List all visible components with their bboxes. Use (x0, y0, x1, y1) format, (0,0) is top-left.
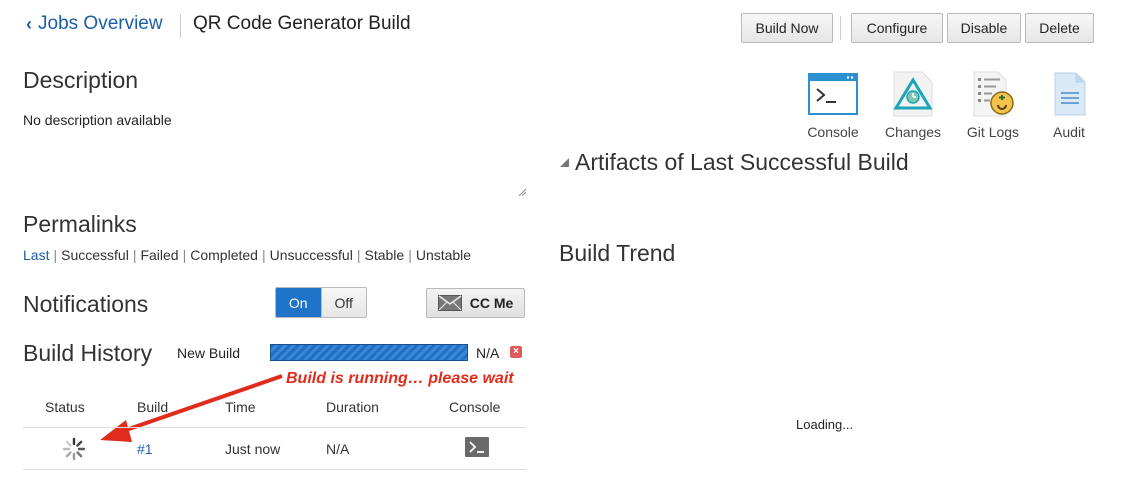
column-header-build: Build (137, 399, 169, 415)
disable-button[interactable]: Disable (947, 13, 1021, 43)
tool-console-label: Console (807, 124, 859, 140)
separator: | (408, 247, 412, 263)
permalink-stable[interactable]: Stable (364, 247, 404, 263)
artifacts-title: Artifacts of Last Successful Build (575, 149, 909, 175)
permalink-successful[interactable]: Successful (61, 247, 129, 263)
separator: | (182, 247, 187, 263)
audit-icon (1054, 72, 1086, 116)
separator: | (53, 247, 58, 263)
column-header-console: Console (449, 399, 501, 415)
progress-value: N/A (476, 345, 500, 361)
configure-button[interactable]: Configure (851, 13, 943, 43)
notifications-title: Notifications (23, 291, 149, 317)
tool-git-logs-label: Git Logs (966, 124, 1020, 140)
column-header-status: Status (45, 399, 85, 415)
separator: | (261, 247, 266, 263)
separator: | (132, 247, 137, 263)
build-number-link[interactable]: #1 (137, 441, 153, 457)
build-time: Just now (225, 441, 281, 457)
permalink-unstable[interactable]: Unstable (416, 247, 471, 263)
column-header-duration: Duration (326, 399, 379, 415)
console-icon (808, 73, 858, 115)
new-build-label: New Build (177, 345, 241, 361)
resize-grip-icon[interactable] (518, 188, 526, 196)
notifications-on-button[interactable]: On (276, 288, 321, 317)
tool-changes[interactable]: Changes (881, 70, 945, 140)
build-duration: N/A (326, 441, 350, 457)
spinner-icon (62, 437, 86, 461)
description-text: No description available (23, 112, 172, 128)
cc-me-label: CC Me (469, 295, 514, 311)
column-header-time: Time (225, 399, 256, 415)
artifacts-header[interactable]: Artifacts of Last Successful Build (559, 149, 909, 176)
header-divider (180, 14, 181, 38)
changes-icon (893, 71, 933, 117)
back-link-label: Jobs Overview (38, 13, 163, 34)
git-logs-icon (973, 71, 1014, 117)
build-trend-loading: Loading... (796, 417, 854, 432)
tool-audit[interactable]: Audit (1040, 70, 1098, 140)
cancel-build-icon[interactable]: × (510, 346, 522, 358)
permalink-completed[interactable]: Completed (190, 247, 258, 263)
permalinks-title: Permalinks (23, 211, 137, 237)
description-title: Description (23, 67, 139, 93)
envelope-icon (437, 295, 462, 311)
build-trend-title: Build Trend (559, 240, 676, 266)
toolbar-divider (840, 16, 841, 40)
delete-button[interactable]: Delete (1025, 13, 1094, 43)
permalink-failed[interactable]: Failed (140, 247, 178, 263)
notifications-toggle: On Off (275, 287, 367, 318)
new-build-progress-bar (270, 344, 468, 361)
running-annotation: Build is running… please wait (286, 370, 514, 387)
chevron-left-icon: ‹ (26, 13, 32, 34)
build-now-button[interactable]: Build Now (741, 13, 833, 43)
notifications-off-button[interactable]: Off (320, 288, 366, 317)
permalink-last[interactable]: Last (23, 247, 49, 263)
tool-changes-label: Changes (884, 124, 942, 140)
back-to-jobs-overview-link[interactable]: ‹ Jobs Overview (26, 13, 163, 35)
permalinks-list: Last | Successful | Failed | Completed | Unsucce… (23, 247, 471, 263)
console-icon[interactable] (465, 437, 489, 457)
table-header-divider (23, 427, 526, 428)
collapse-triangle-icon (560, 158, 569, 167)
permalink-unsuccessful[interactable]: Unsuccessful (270, 247, 353, 263)
table-bottom-divider (23, 469, 526, 470)
separator: | (356, 247, 361, 263)
tool-console[interactable]: Console (803, 70, 863, 140)
cc-me-button[interactable]: CC Me (426, 288, 525, 318)
job-title: QR Code Generator Build (193, 13, 411, 34)
build-history-title: Build History (23, 340, 153, 366)
tool-audit-label: Audit (1053, 124, 1085, 140)
tool-git-logs[interactable]: Git Logs (963, 70, 1023, 140)
